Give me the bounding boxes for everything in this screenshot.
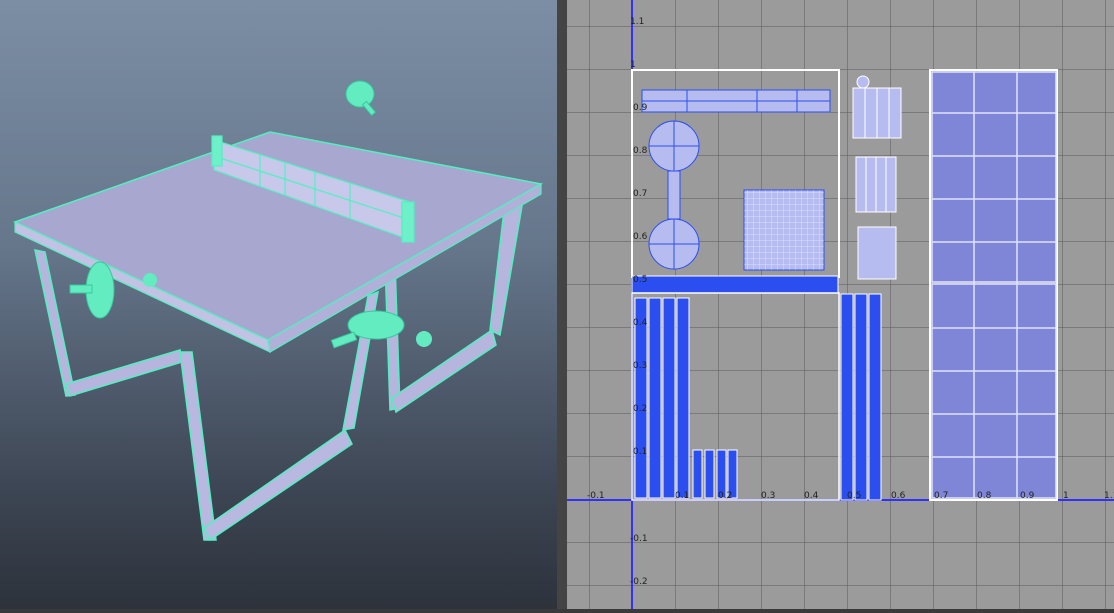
svg-text:0.6: 0.6	[633, 232, 648, 242]
svg-text:0.5: 0.5	[633, 275, 647, 285]
svg-text:-0.2: -0.2	[630, 577, 648, 587]
uv-shell-tabletop[interactable]	[931, 71, 1057, 499]
svg-text:0.4: 0.4	[633, 318, 648, 328]
svg-text:0.4: 0.4	[804, 491, 819, 501]
uv-editor-canvas[interactable]: -0.1 0.1 0.2 0.3 0.4 0.5 0.6 0.7 0.8 0.9…	[567, 0, 1114, 609]
svg-text:0.6: 0.6	[891, 491, 906, 501]
table-model[interactable]	[0, 0, 557, 609]
svg-text:0.5: 0.5	[847, 491, 861, 501]
perspective-viewport[interactable]	[0, 0, 557, 609]
paddle-left	[69, 261, 115, 319]
svg-text:0.1: 0.1	[633, 447, 647, 457]
svg-text:0.3: 0.3	[633, 361, 647, 371]
svg-text:1: 1	[1063, 491, 1069, 501]
svg-text:0.7: 0.7	[934, 491, 948, 501]
uv-shell-net-mesh[interactable]	[743, 189, 825, 271]
ball-icon	[143, 273, 157, 287]
uv-shell-net[interactable]	[641, 89, 831, 113]
svg-text:1.1: 1.1	[630, 17, 644, 27]
svg-text:-0.1: -0.1	[630, 534, 648, 544]
panel-splitter[interactable]	[557, 0, 567, 609]
svg-text:1: 1	[630, 60, 636, 70]
svg-text:0.8: 0.8	[977, 491, 992, 501]
app-window: -0.1 0.1 0.2 0.3 0.4 0.5 0.6 0.7 0.8 0.9…	[0, 0, 1114, 609]
svg-text:0.1: 0.1	[675, 491, 689, 501]
svg-text:1.1: 1.1	[1104, 491, 1114, 501]
svg-text:0.2: 0.2	[718, 491, 732, 501]
uv-shell-posts[interactable]	[852, 75, 902, 280]
svg-text:0.3: 0.3	[761, 491, 775, 501]
svg-text:-0.1: -0.1	[587, 491, 605, 501]
svg-text:0.9: 0.9	[633, 103, 648, 113]
svg-text:0.9: 0.9	[1020, 491, 1035, 501]
paddle-top	[345, 80, 377, 117]
svg-text:0.7: 0.7	[633, 189, 647, 199]
svg-text:0.8: 0.8	[633, 146, 648, 156]
uv-editor-panel[interactable]: -0.1 0.1 0.2 0.3 0.4 0.5 0.6 0.7 0.8 0.9…	[567, 0, 1114, 609]
ball-icon	[416, 331, 432, 347]
svg-text:0.2: 0.2	[633, 404, 647, 414]
